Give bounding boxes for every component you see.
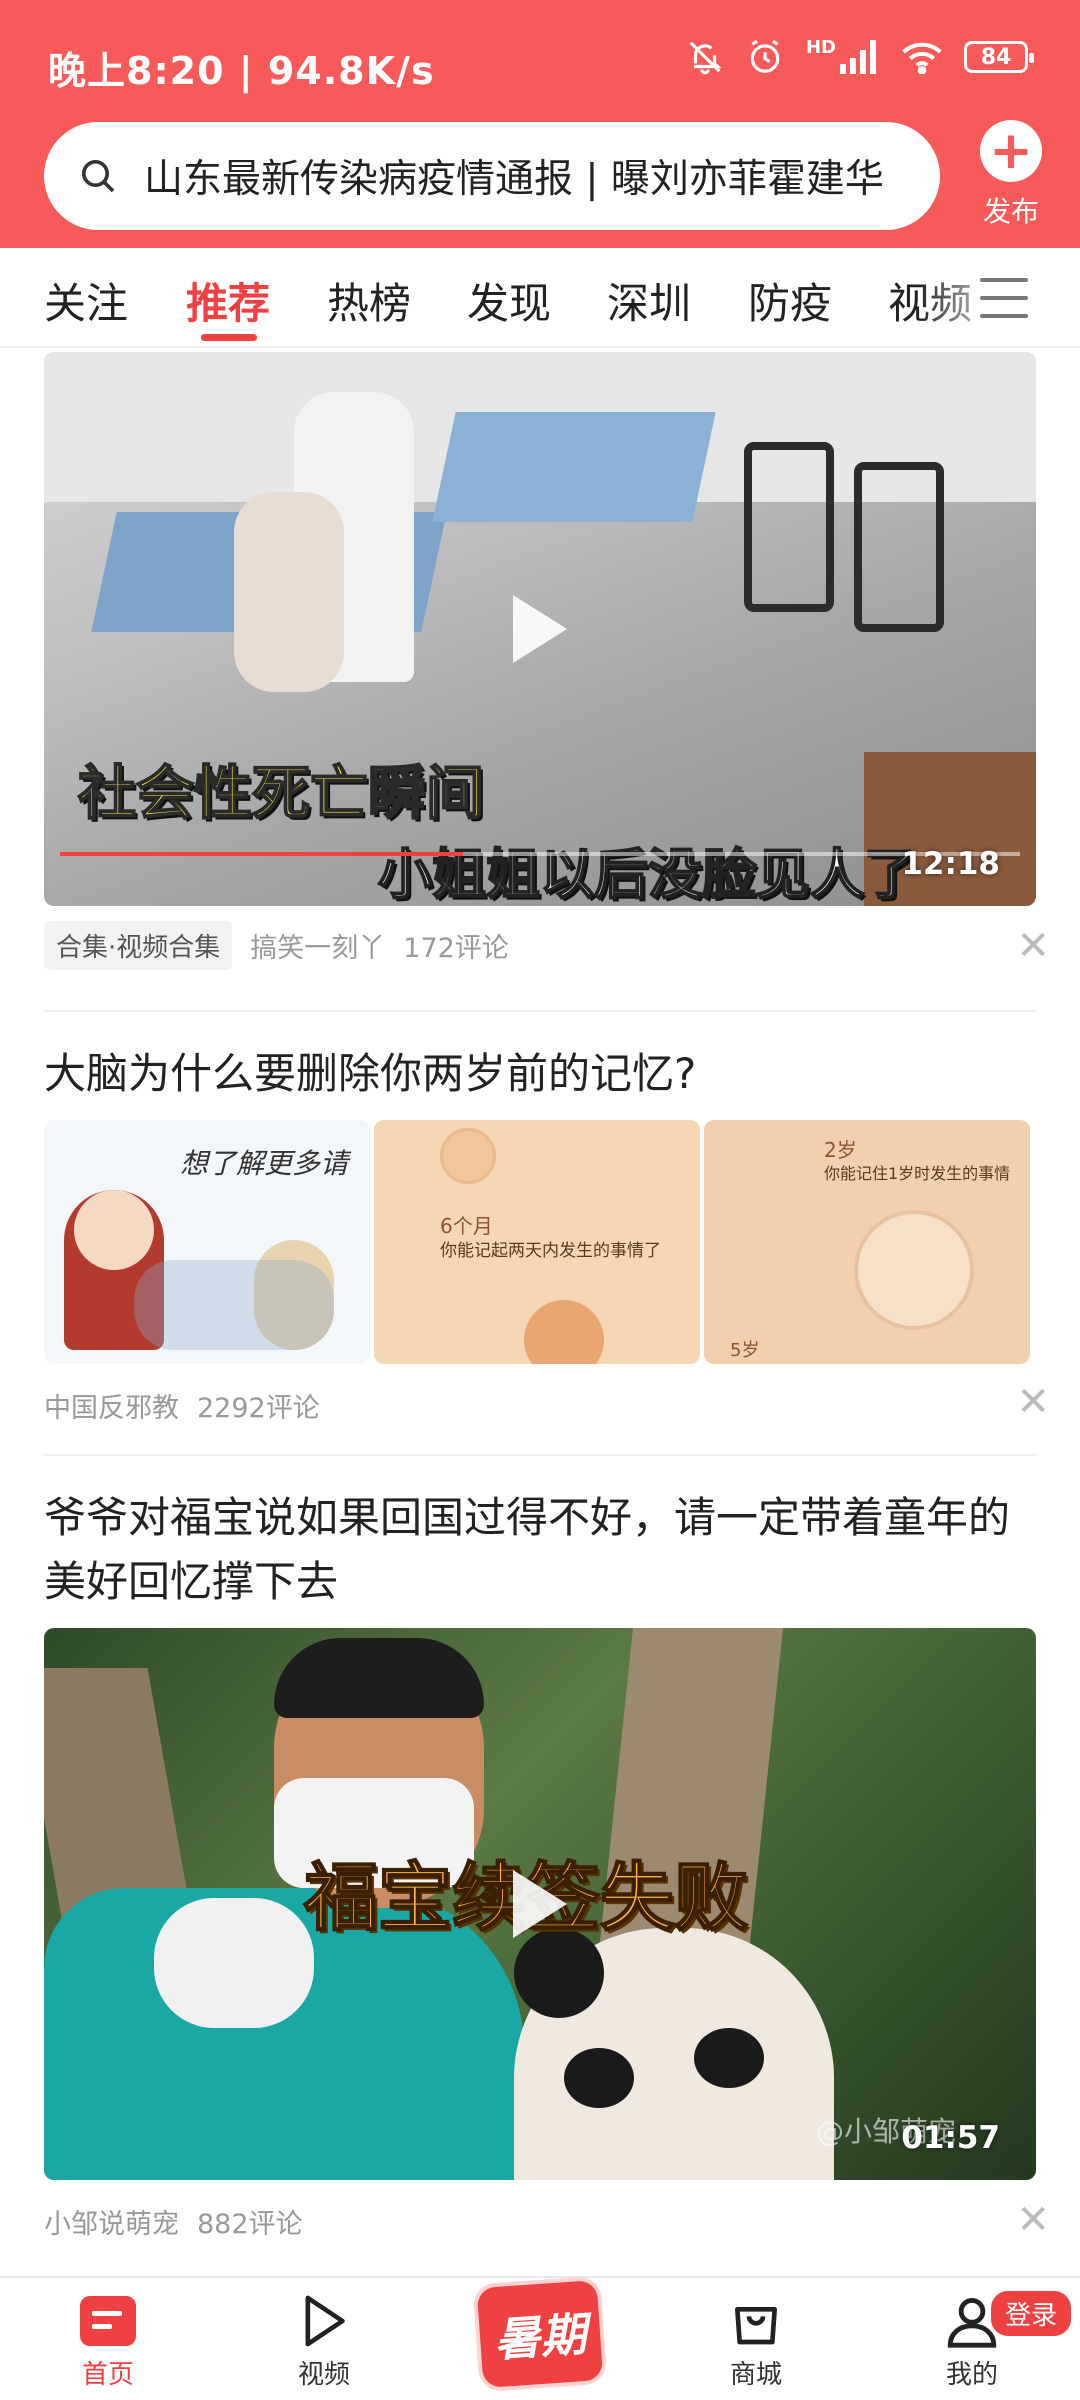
home-icon	[80, 2296, 136, 2346]
bottom-navigation: 首页 视频 暑期 商城 我的	[0, 2276, 1080, 2400]
memory-ball	[854, 1210, 974, 1330]
play-icon[interactable]	[513, 595, 567, 663]
nav-home[interactable]: 首页	[48, 2288, 168, 2391]
article-image-1[interactable]: 想了解更多请	[44, 1120, 370, 1364]
channel-tabs: 关注 推荐 热榜 发现 深圳 防疫 视频	[0, 248, 1080, 348]
comment-count: 172评论	[403, 932, 509, 964]
tab-follow[interactable]: 关注	[44, 270, 128, 331]
tab-epidemic[interactable]: 防疫	[748, 270, 832, 331]
article-title[interactable]: 爷爷对福宝说如果回国过得不好，请一定带着童年的美好回忆撑下去	[44, 1486, 1034, 1614]
summer-badge-icon: 暑期	[476, 2279, 604, 2389]
item-meta: 中国反邪教 2292评论	[44, 1380, 338, 1430]
baby-bubble	[440, 1128, 496, 1184]
source-name[interactable]: 中国反邪教	[44, 1386, 179, 1425]
video-progress	[60, 852, 1020, 856]
login-badge[interactable]: 登录	[988, 2288, 1075, 2339]
search-input[interactable]: 山东最新传染病疫情通报 | 曝刘亦菲霍建华	[144, 148, 884, 204]
image-row[interactable]: 想了解更多请 6个月 你能记起两天内发生的事情了 2岁 你能记住1岁时发生的事情…	[44, 1120, 1030, 1364]
nav-label: 首页	[81, 2360, 134, 2390]
nav-label: 商城	[729, 2360, 782, 2390]
scene-chair	[744, 442, 834, 612]
top-header: 晚上8:20 | 94.8K/s HD 84 山东最新传染病疫情通报 | 曝刘亦…	[0, 0, 1080, 248]
plus-icon: +	[980, 120, 1042, 182]
nav-label: 我的	[945, 2360, 998, 2390]
active-tab-indicator	[201, 334, 257, 341]
video-duration: 12:18	[901, 846, 1000, 882]
tab-recommend[interactable]: 推荐	[186, 270, 270, 331]
alarm-icon	[750, 39, 780, 73]
dismiss-icon[interactable]: ✕	[1016, 1382, 1050, 1422]
play-outline-icon	[305, 2295, 345, 2347]
memory-ball	[524, 1300, 604, 1364]
shopping-bag-icon	[735, 2307, 777, 2345]
nav-label: 暑期	[492, 2306, 588, 2368]
article-image-2[interactable]: 6个月 你能记起两天内发生的事情了	[374, 1120, 700, 1364]
image-caption: 想了解更多请	[180, 1147, 349, 1180]
divider	[44, 1454, 1036, 1456]
status-icons: HD 84	[686, 36, 1034, 76]
nav-summer[interactable]: 暑期	[470, 2278, 610, 2389]
publish-button[interactable]: + 发布	[966, 120, 1056, 230]
image-label: 6个月	[440, 1214, 493, 1238]
publish-label: 发布	[982, 195, 1039, 228]
battery-indicator: 84	[964, 41, 1034, 73]
image-caption: 你能记住1岁时发生的事情	[824, 1164, 1011, 1183]
collection-tag[interactable]: 合集·视频合集	[44, 920, 233, 970]
article-image-3[interactable]: 2岁 你能记住1岁时发生的事情 5岁	[704, 1120, 1030, 1364]
item-meta: 合集·视频合集 搞笑一刻丫 172评论	[44, 920, 527, 970]
mute-bell-icon	[689, 41, 722, 75]
scene-chair	[854, 462, 944, 632]
source-name[interactable]: 搞笑一刻丫	[250, 926, 385, 965]
dismiss-icon[interactable]: ✕	[1016, 2200, 1050, 2240]
article-title[interactable]: 大脑为什么要删除你两岁前的记忆?	[44, 1042, 1034, 1106]
tab-shenzhen[interactable]: 深圳	[607, 270, 691, 331]
video-thumbnail[interactable]: 社会性死亡瞬间 小姐姐以后没脸见人了 12:18	[44, 352, 1036, 906]
cartoon-face	[74, 1190, 154, 1270]
divider	[44, 1010, 1036, 1012]
image-corner-label: 5岁	[730, 1340, 760, 1361]
wifi-icon	[902, 42, 942, 74]
search-icon	[82, 160, 115, 193]
nav-mall[interactable]: 商城	[696, 2288, 816, 2391]
image-label: 2岁	[824, 1138, 857, 1162]
source-name[interactable]: 小邹说萌宠	[44, 2202, 179, 2241]
panda-eye	[694, 2028, 764, 2088]
video-caption-2: 小姐姐以后没脸见人了	[377, 842, 919, 906]
panda-eye	[564, 2048, 634, 2108]
paint-splash	[134, 1260, 334, 1350]
tab-hot-list[interactable]: 热榜	[327, 270, 411, 331]
image-caption: 你能记起两天内发生的事情了	[440, 1241, 661, 1261]
signal-icon	[840, 40, 876, 74]
feed[interactable]: 社会性死亡瞬间 小姐姐以后没脸见人了 12:18 合集·视频合集 搞笑一刻丫 1…	[0, 350, 1080, 2275]
video-thumbnail[interactable]: 福宝续签失败 @小邹萌宠 01:57	[44, 1628, 1036, 2180]
nav-label: 视频	[297, 2360, 350, 2390]
scene-patient	[234, 492, 344, 692]
play-icon[interactable]	[513, 1870, 567, 1938]
comment-count: 2292评论	[197, 1392, 320, 1424]
dismiss-icon[interactable]: ✕	[1016, 926, 1050, 966]
video-caption-1: 社会性死亡瞬间	[77, 758, 485, 828]
network-label: HD	[805, 36, 836, 58]
video-duration: 01:57	[901, 2120, 1000, 2156]
search-bar[interactable]: 山东最新传染病疫情通报 | 曝刘亦菲霍建华	[44, 122, 940, 230]
status-bar: 晚上8:20 | 94.8K/s HD 84	[0, 0, 1080, 120]
comment-count: 882评论	[197, 2208, 303, 2240]
item-meta: 小邹说萌宠 882评论	[44, 2196, 321, 2246]
person-hair	[274, 1638, 484, 1718]
scene-bed	[432, 412, 716, 522]
tab-discover[interactable]: 发现	[467, 270, 551, 331]
status-time: 晚上8:20 | 94.8K/s	[48, 49, 435, 93]
nav-video[interactable]: 视频	[264, 2288, 384, 2391]
gloved-hand	[154, 1898, 314, 2028]
menu-icon[interactable]	[980, 278, 1028, 332]
